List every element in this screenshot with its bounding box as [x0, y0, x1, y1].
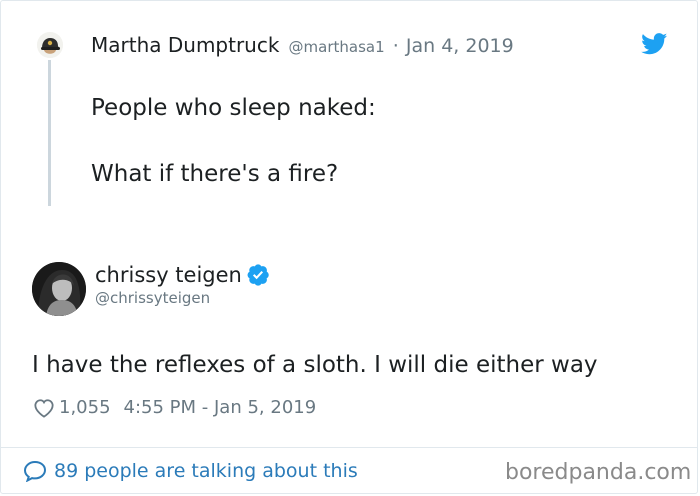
dot-separator: ·: [392, 35, 399, 57]
parent-author-avatar[interactable]: [37, 32, 63, 58]
reply-author-name[interactable]: chrissy teigen: [95, 263, 242, 287]
avatar-image: [32, 262, 86, 316]
reply-author-avatar[interactable]: [32, 262, 86, 316]
parent-tweet-text-line-1: People who sleep naked:: [91, 95, 376, 121]
parent-tweet-text-line-2: What if there's a fire?: [91, 161, 339, 187]
heart-icon[interactable]: [33, 398, 55, 418]
reply-tweet-text: I have the reflexes of a sloth. I will d…: [32, 352, 598, 378]
tweet-meta-row: 1,055 4:55 PM - Jan 5, 2019: [33, 396, 316, 420]
parent-tweet-date[interactable]: Jan 4, 2019: [406, 35, 514, 57]
thread-connector-line: [48, 60, 51, 206]
parent-author-name[interactable]: Martha Dumptruck: [91, 33, 279, 57]
conversation-count-text: 89 people are talking about this: [54, 460, 358, 482]
avatar-image: [37, 32, 63, 58]
parent-tweet-header: Martha Dumptruck @marthasa1 · Jan 4, 201…: [91, 32, 514, 60]
footer-divider: [1, 447, 697, 448]
tweet-timestamp[interactable]: 4:55 PM - Jan 5, 2019: [124, 396, 317, 420]
conversation-link[interactable]: 89 people are talking about this: [23, 458, 358, 484]
like-count[interactable]: 1,055: [59, 396, 111, 420]
speech-bubble-icon: [23, 460, 47, 482]
reply-name-row: chrissy teigen: [95, 261, 269, 291]
verified-badge-icon: [247, 264, 269, 286]
reply-author-handle[interactable]: @chrissyteigen: [95, 289, 210, 307]
parent-author-handle[interactable]: @marthasa1: [289, 38, 385, 56]
watermark: boredpanda.com: [505, 460, 692, 485]
twitter-bird-icon[interactable]: [641, 33, 668, 55]
